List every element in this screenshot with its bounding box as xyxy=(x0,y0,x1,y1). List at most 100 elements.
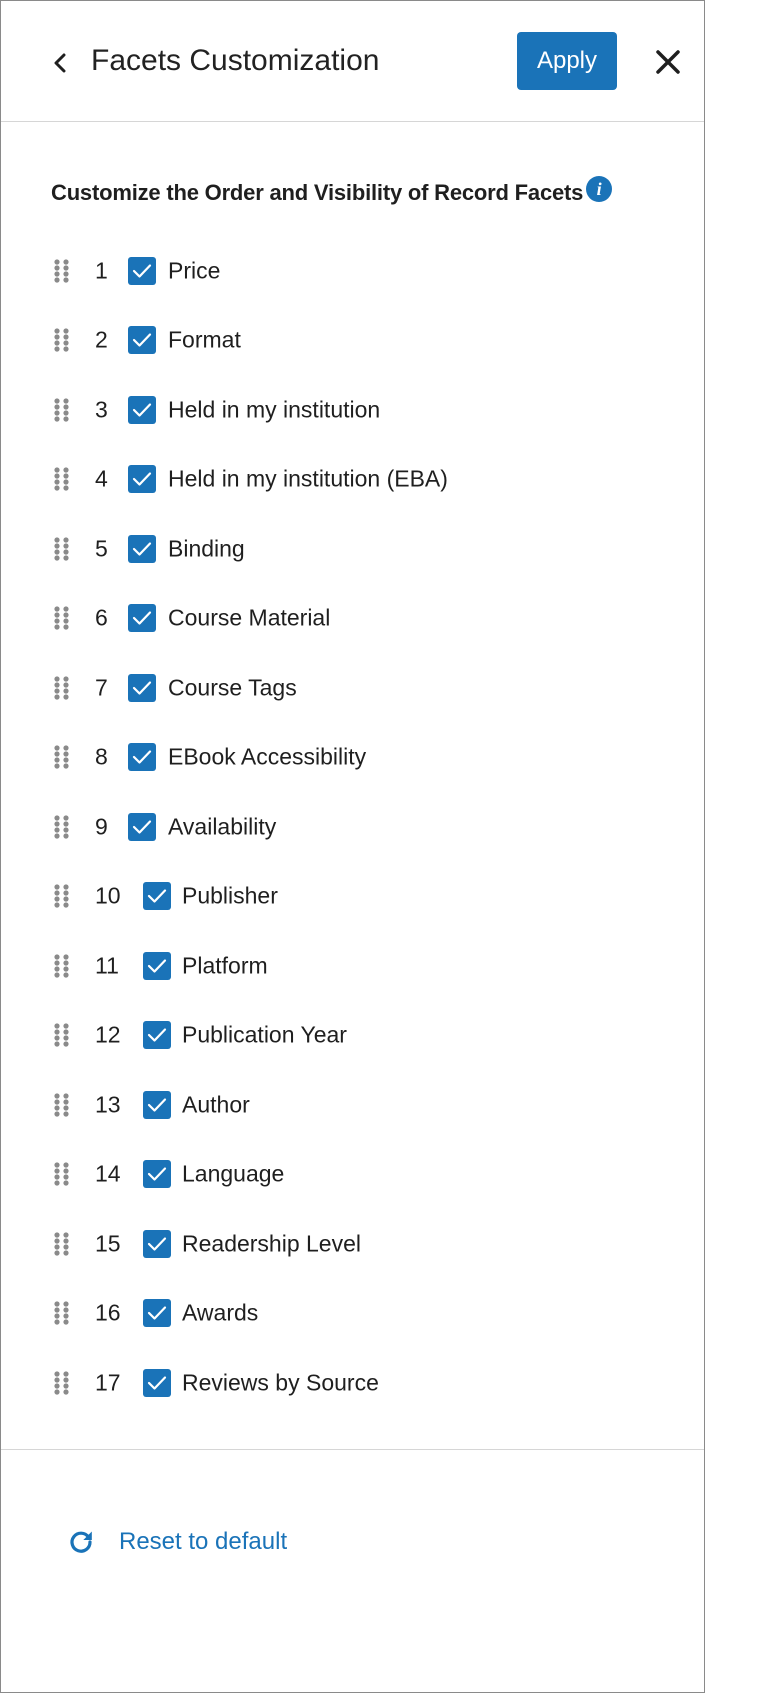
drag-handle-icon[interactable] xyxy=(53,1023,71,1047)
facet-row[interactable]: 16 Awards xyxy=(1,1279,704,1349)
facet-order-number: 17 xyxy=(95,1369,121,1396)
facet-row[interactable]: 7 Course Tags xyxy=(1,653,704,723)
panel-title: Facets Customization xyxy=(91,44,380,77)
facet-order-number: 15 xyxy=(95,1230,121,1257)
facet-label: Readership Level xyxy=(182,1230,362,1257)
drag-handle-icon[interactable] xyxy=(53,328,71,352)
facet-visibility-checkbox[interactable] xyxy=(128,812,156,841)
facet-label: Course Material xyxy=(168,604,331,631)
drag-handle-icon[interactable] xyxy=(53,606,71,630)
facet-label: Reviews by Source xyxy=(182,1369,379,1396)
facet-visibility-checkbox[interactable] xyxy=(143,1021,171,1050)
facet-order-number: 10 xyxy=(95,882,121,909)
drag-handle-icon[interactable] xyxy=(53,676,71,700)
panel-footer: Reset to default xyxy=(1,1449,704,1695)
facet-row[interactable]: 14 Language xyxy=(1,1140,704,1210)
facet-visibility-checkbox[interactable] xyxy=(143,1299,171,1328)
drag-handle-icon[interactable] xyxy=(53,1162,71,1186)
facet-order-number: 13 xyxy=(95,1091,121,1118)
back-button[interactable] xyxy=(45,45,75,81)
facet-row[interactable]: 2 Format xyxy=(1,306,704,376)
facet-row[interactable]: 3 Held in my institution xyxy=(1,375,704,445)
facet-row[interactable]: 6 Course Material xyxy=(1,584,704,654)
drag-handle-icon[interactable] xyxy=(53,398,71,422)
facet-order-number: 7 xyxy=(95,674,108,701)
refresh-icon xyxy=(67,1528,95,1556)
facet-visibility-checkbox[interactable] xyxy=(128,395,156,424)
section-heading: Customize the Order and Visibility of Re… xyxy=(51,176,613,209)
facet-row[interactable]: 8 EBook Accessibility xyxy=(1,723,704,793)
facet-label: Platform xyxy=(182,952,268,979)
facet-row[interactable]: 10 Publisher xyxy=(1,862,704,932)
facet-row[interactable]: 4 Held in my institution (EBA) xyxy=(1,445,704,515)
facet-order-number: 9 xyxy=(95,813,108,840)
facet-row[interactable]: 17 Reviews by Source xyxy=(1,1348,704,1418)
facet-row[interactable]: 1 Price xyxy=(1,236,704,306)
facet-row[interactable]: 9 Availability xyxy=(1,792,704,862)
facet-label: Awards xyxy=(182,1299,259,1326)
facet-label: Course Tags xyxy=(168,674,297,701)
drag-handle-icon[interactable] xyxy=(53,884,71,908)
facet-label: Publication Year xyxy=(182,1021,347,1048)
facet-label: Format xyxy=(168,326,241,353)
drag-handle-icon[interactable] xyxy=(53,1301,71,1325)
chevron-left-icon xyxy=(52,53,68,73)
facet-visibility-checkbox[interactable] xyxy=(128,256,156,285)
facet-visibility-checkbox[interactable] xyxy=(143,951,171,980)
facet-order-number: 8 xyxy=(95,743,108,770)
facet-order-number: 16 xyxy=(95,1299,121,1326)
facet-order-number: 2 xyxy=(95,326,108,353)
apply-button[interactable]: Apply xyxy=(517,32,617,90)
drag-handle-icon[interactable] xyxy=(53,467,71,491)
facet-visibility-checkbox[interactable] xyxy=(143,1368,171,1397)
facets-customization-panel: Facets Customization Apply Customize the… xyxy=(0,0,705,1693)
reset-to-default-button[interactable]: Reset to default xyxy=(67,1528,287,1556)
drag-handle-icon[interactable] xyxy=(53,259,71,283)
facet-visibility-checkbox[interactable] xyxy=(128,534,156,563)
info-icon[interactable]: i xyxy=(586,176,613,202)
facet-label: Language xyxy=(182,1160,285,1187)
facet-visibility-checkbox[interactable] xyxy=(128,673,156,702)
drag-handle-icon[interactable] xyxy=(53,537,71,561)
drag-handle-icon[interactable] xyxy=(53,954,71,978)
facet-visibility-checkbox[interactable] xyxy=(143,1090,171,1119)
drag-handle-icon[interactable] xyxy=(53,1093,71,1117)
facet-label: Price xyxy=(168,257,221,284)
facet-label: Availability xyxy=(168,813,277,840)
facet-order-number: 4 xyxy=(95,465,108,492)
facet-visibility-checkbox[interactable] xyxy=(143,1160,171,1189)
facet-label: Binding xyxy=(168,535,245,562)
facet-row[interactable]: 12 Publication Year xyxy=(1,1001,704,1071)
facet-row[interactable]: 15 Readership Level xyxy=(1,1209,704,1279)
facet-visibility-checkbox[interactable] xyxy=(143,882,171,911)
drag-handle-icon[interactable] xyxy=(53,1371,71,1395)
facet-visibility-checkbox[interactable] xyxy=(128,465,156,494)
facet-label: EBook Accessibility xyxy=(168,743,367,770)
section-heading-text: Customize the Order and Visibility of Re… xyxy=(51,180,584,205)
facet-list: 1 Price 2 Format 3 Held in my institution 4 Hel… xyxy=(1,236,704,1418)
facet-order-number: 12 xyxy=(95,1021,121,1048)
close-button[interactable] xyxy=(649,43,687,81)
drag-handle-icon[interactable] xyxy=(53,1232,71,1256)
facet-row[interactable]: 13 Author xyxy=(1,1070,704,1140)
facet-order-number: 6 xyxy=(95,604,108,631)
close-icon xyxy=(649,43,687,81)
facet-label: Held in my institution xyxy=(168,396,381,423)
facet-order-number: 1 xyxy=(95,257,108,284)
facet-visibility-checkbox[interactable] xyxy=(128,604,156,633)
panel-header: Facets Customization Apply xyxy=(1,1,704,122)
facet-row[interactable]: 5 Binding xyxy=(1,514,704,584)
facet-visibility-checkbox[interactable] xyxy=(143,1229,171,1258)
facet-order-number: 3 xyxy=(95,396,108,423)
facet-order-number: 5 xyxy=(95,535,108,562)
facet-label: Held in my institution (EBA) xyxy=(168,465,448,492)
facet-order-number: 14 xyxy=(95,1160,121,1187)
facet-label: Publisher xyxy=(182,882,278,909)
facet-visibility-checkbox[interactable] xyxy=(128,743,156,772)
reset-to-default-label: Reset to default xyxy=(119,1528,288,1555)
facet-visibility-checkbox[interactable] xyxy=(128,326,156,355)
drag-handle-icon[interactable] xyxy=(53,815,71,839)
facet-row[interactable]: 11 Platform xyxy=(1,931,704,1001)
drag-handle-icon[interactable] xyxy=(53,745,71,769)
facet-order-number: 11 xyxy=(95,952,119,979)
